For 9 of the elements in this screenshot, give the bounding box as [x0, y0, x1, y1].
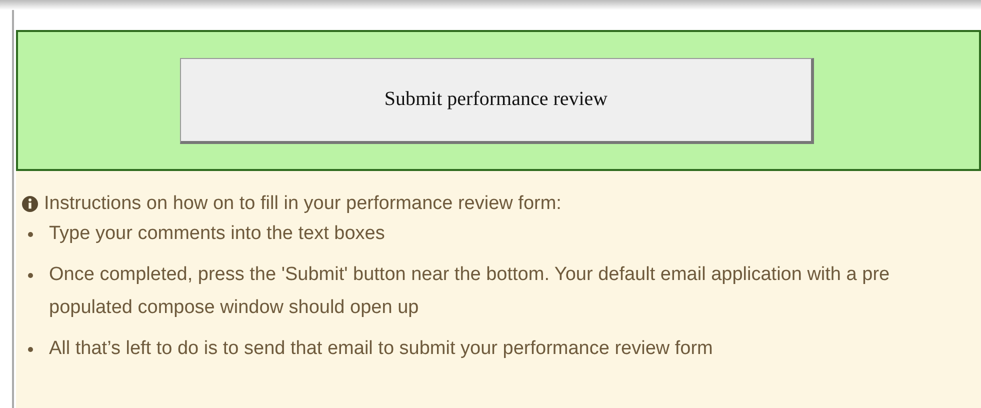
instructions-heading: Instructions on how on to fill in your performance review form:: [44, 192, 562, 216]
instruction-text: Type your comments into the text boxes: [49, 222, 385, 246]
bullet-icon: [28, 347, 33, 352]
info-icon: [22, 196, 38, 212]
instruction-text: All that’s left to do is to send that email to submit your performance review form: [49, 337, 713, 361]
bullet-icon: [28, 232, 33, 237]
bullet-icon: [28, 273, 33, 278]
submit-button[interactable]: Submit performance review: [180, 58, 814, 144]
instruction-text: Once completed, press the 'Submit' button near the bottom. Your default email application with a pre populated compose window should open up: [49, 263, 891, 320]
